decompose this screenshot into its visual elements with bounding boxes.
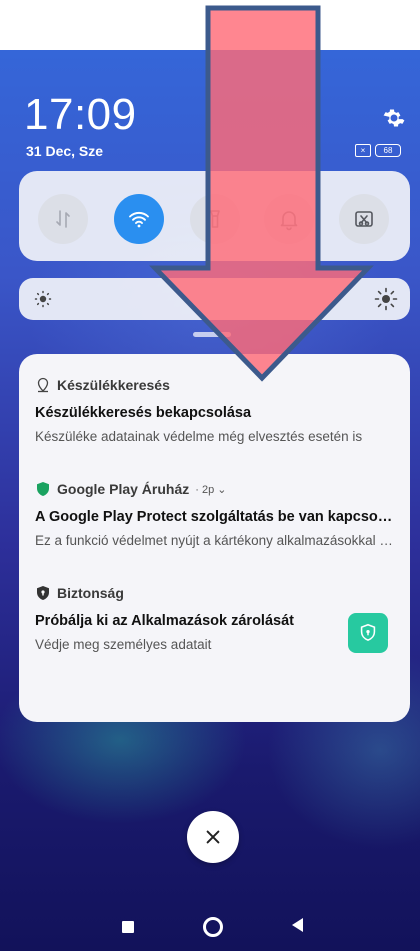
recent-apps-button[interactable] bbox=[122, 921, 134, 933]
notification-title: A Google Play Protect szolgáltatás be va… bbox=[35, 509, 396, 525]
notification-title: Készülékkeresés bekapcsolása bbox=[35, 405, 252, 421]
app-lock-icon[interactable] bbox=[348, 613, 388, 653]
date: 31 Dec, Sze bbox=[26, 143, 104, 159]
home-button[interactable] bbox=[203, 917, 223, 937]
mobile-data-icon bbox=[56, 210, 70, 228]
sim-icon: × bbox=[355, 144, 371, 157]
navigation-bar bbox=[0, 912, 420, 942]
location-pin-icon bbox=[37, 377, 49, 393]
flashlight-toggle[interactable] bbox=[190, 194, 240, 244]
play-protect-shield-icon bbox=[37, 482, 49, 496]
brightness-high-icon bbox=[374, 287, 398, 311]
back-button[interactable] bbox=[292, 918, 303, 932]
notification-time-expand[interactable]: · 2p ⌄ bbox=[195, 483, 226, 496]
bell-icon bbox=[280, 211, 298, 231]
notification-body: Védje meg személyes adatait bbox=[35, 637, 212, 652]
shade-drag-handle[interactable] bbox=[193, 332, 231, 337]
quick-settings-panel bbox=[19, 171, 410, 261]
brightness-slider[interactable] bbox=[19, 278, 410, 320]
status-icons: × 68 bbox=[355, 144, 401, 157]
gear-icon[interactable] bbox=[382, 106, 406, 130]
notification-header: Biztonság bbox=[35, 583, 396, 603]
notification-app-name: Google Play Áruház bbox=[57, 481, 190, 497]
clock: 17:09 bbox=[24, 90, 137, 139]
screenshot-icon bbox=[355, 211, 373, 227]
notification-shade: 17:09 31 Dec, Sze × 68 Készülékkeresés K… bbox=[0, 50, 420, 951]
close-button[interactable] bbox=[187, 811, 239, 863]
mobile-data-toggle[interactable] bbox=[38, 194, 88, 244]
notification-title: Próbálja ki az Alkalmazások zárolását bbox=[35, 613, 294, 629]
notification-list: Készülékkeresés Készülékkeresés bekapcso… bbox=[19, 354, 410, 722]
notification-body: Készüléke adatainak védelme még elveszté… bbox=[35, 429, 363, 444]
wifi-icon bbox=[129, 212, 149, 228]
notification-app-name: Biztonság bbox=[57, 585, 124, 601]
notification-device-finder[interactable]: Készülékkeresés Készülékkeresés bekapcso… bbox=[35, 375, 396, 444]
screenshot-toggle[interactable] bbox=[339, 194, 389, 244]
flashlight-icon bbox=[210, 210, 220, 228]
notification-play-store[interactable]: Google Play Áruház · 2p ⌄ A Google Play … bbox=[35, 479, 396, 548]
notification-app-name: Készülékkeresés bbox=[57, 377, 170, 393]
notification-header: Google Play Áruház · 2p ⌄ bbox=[35, 479, 396, 499]
battery-icon: 68 bbox=[375, 144, 401, 157]
security-shield-icon bbox=[37, 586, 49, 600]
close-icon bbox=[206, 830, 220, 844]
sound-toggle[interactable] bbox=[264, 194, 314, 244]
brightness-low-icon bbox=[34, 290, 52, 308]
notification-header: Készülékkeresés bbox=[35, 375, 396, 395]
notification-body: Ez a funkció védelmet nyújt a kártékony … bbox=[35, 533, 396, 548]
wifi-toggle[interactable] bbox=[114, 194, 164, 244]
notification-security[interactable]: Biztonság Próbálja ki az Alkalmazások zá… bbox=[35, 583, 396, 653]
